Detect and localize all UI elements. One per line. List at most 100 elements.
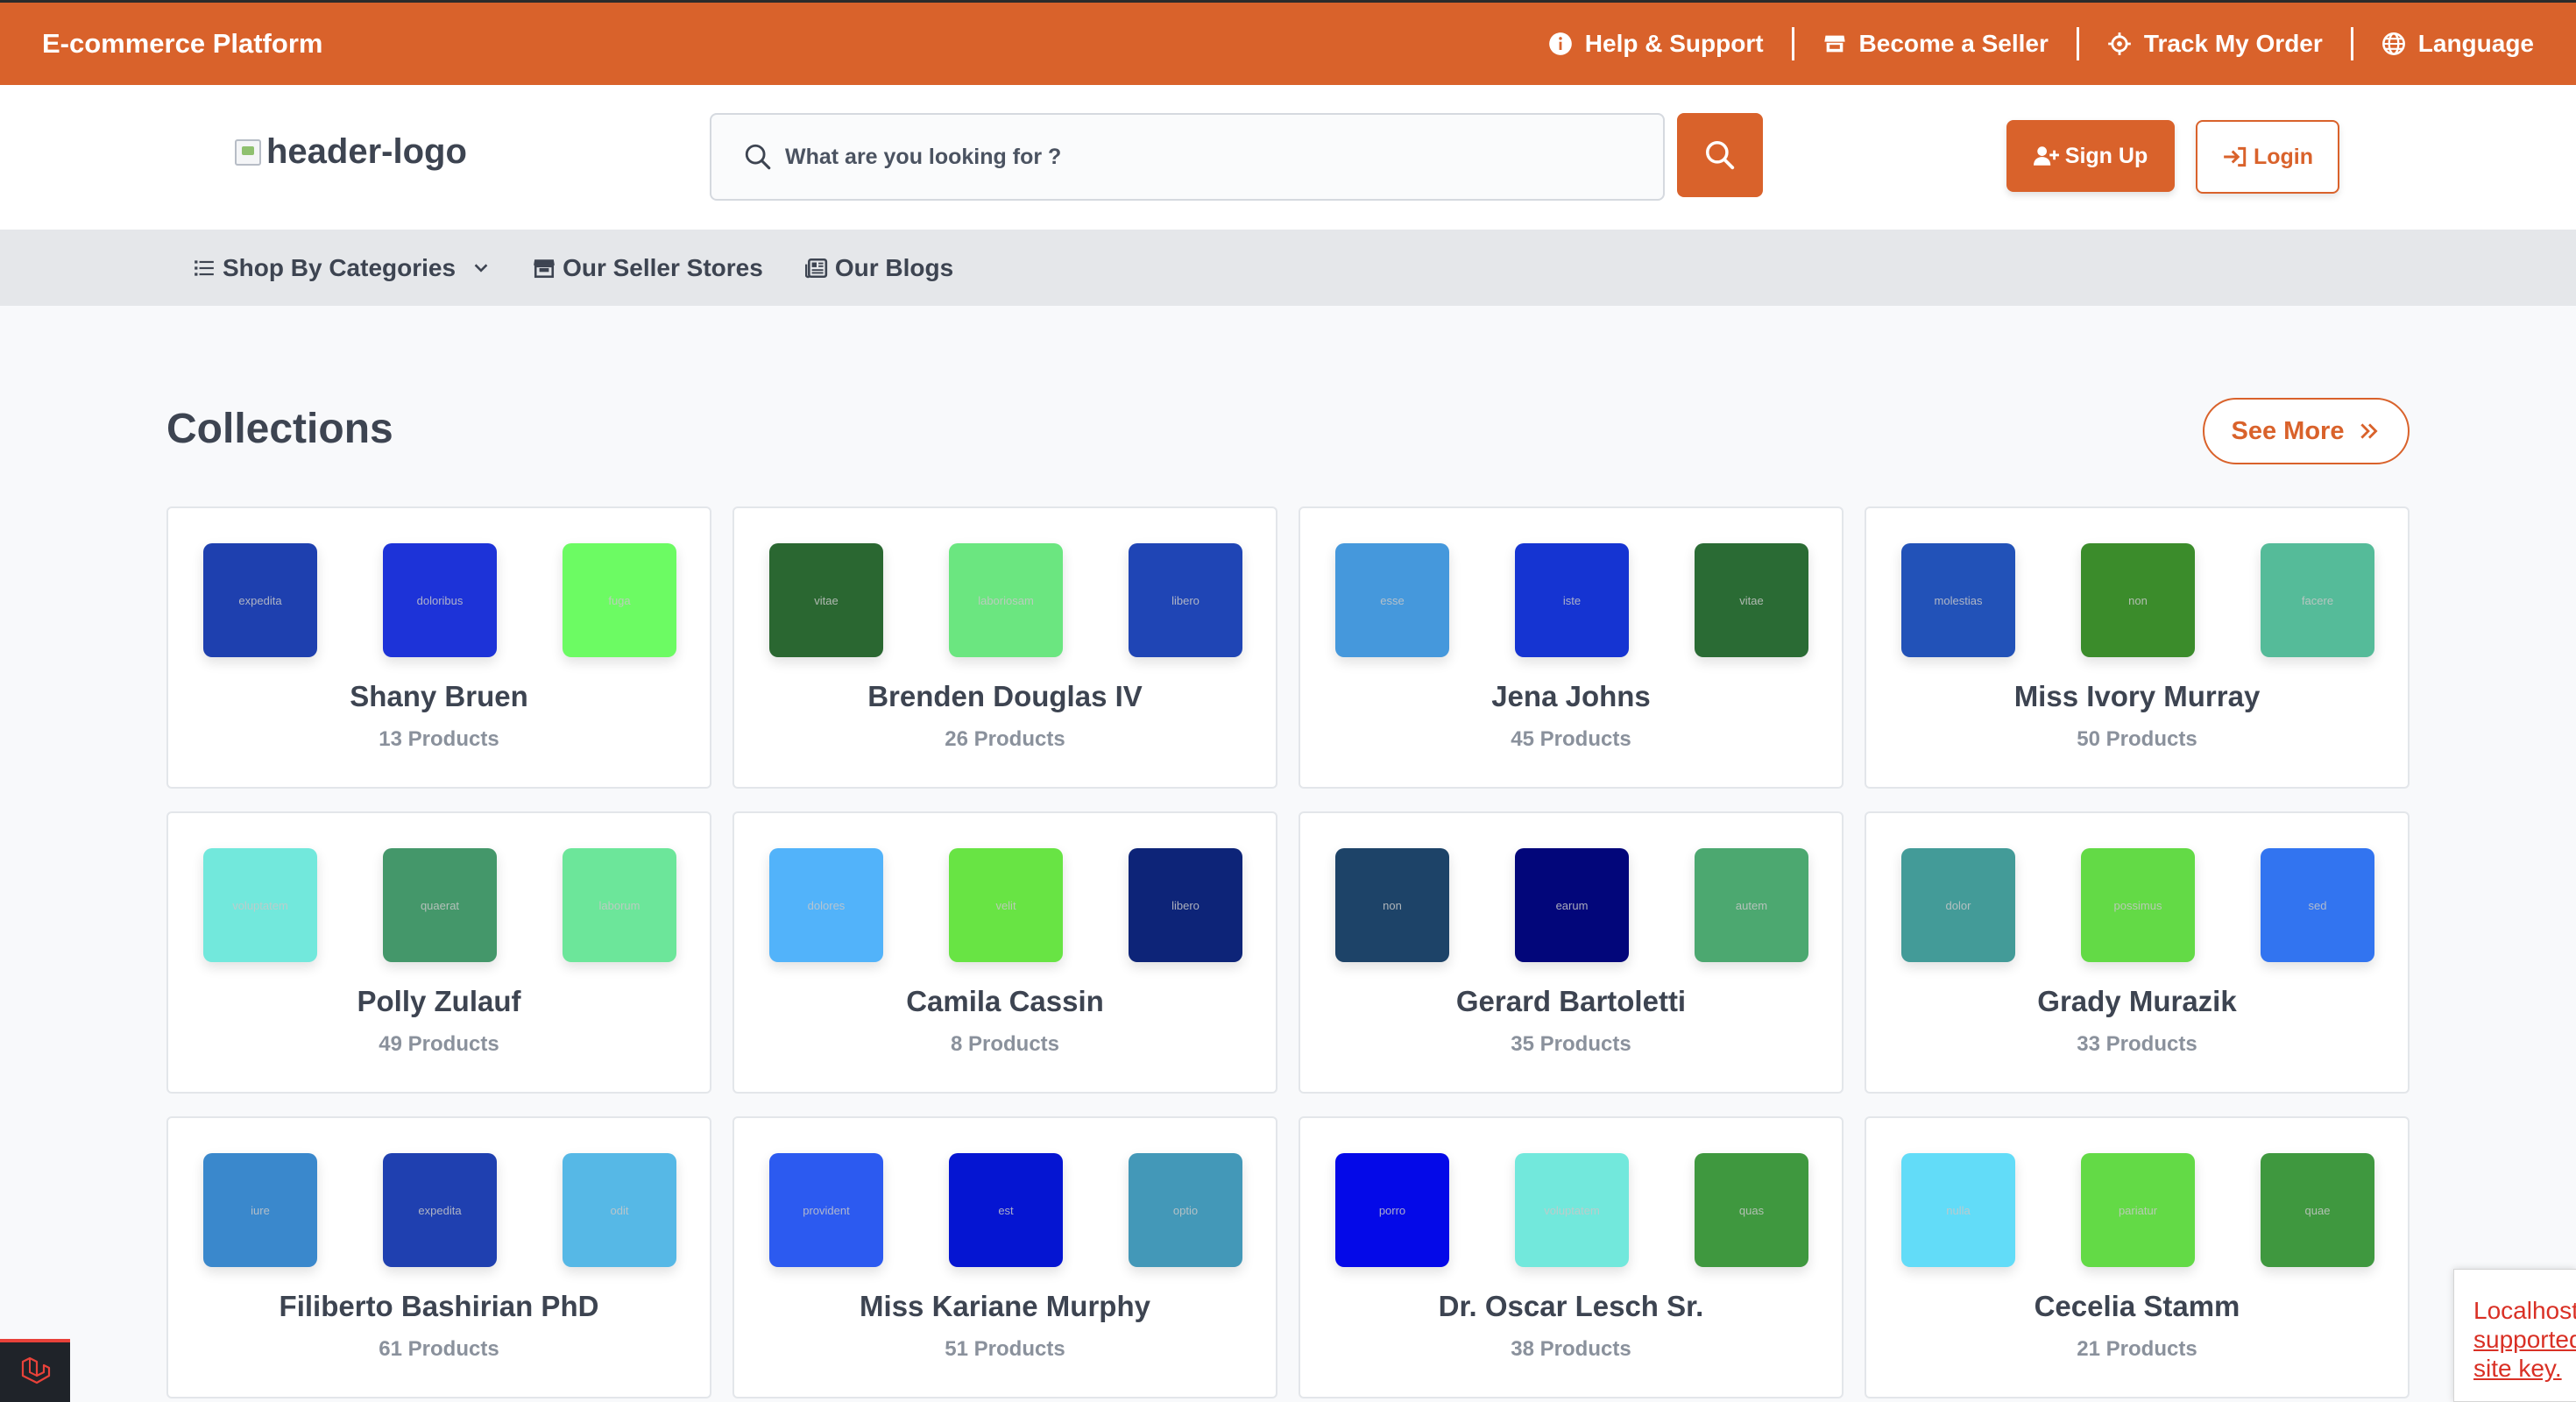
- collection-card[interactable]: esse iste vitae Jena Johns 45 Products: [1299, 506, 1844, 789]
- product-thumbnail[interactable]: non: [1335, 848, 1449, 962]
- collection-name[interactable]: Jena Johns: [1300, 680, 1842, 713]
- collection-card[interactable]: nulla pariatur quae Cecelia Stamm 21 Product…: [1865, 1116, 2410, 1398]
- collection-name[interactable]: Miss Kariane Murphy: [734, 1290, 1276, 1323]
- collection-name[interactable]: Grady Murazik: [1866, 985, 2408, 1018]
- login-button[interactable]: Login: [2196, 120, 2339, 194]
- track-order-link[interactable]: Track My Order: [2107, 30, 2323, 58]
- collection-thumbnails: expedita doloribus fuga: [203, 543, 676, 657]
- collection-name[interactable]: Polly Zulauf: [168, 985, 710, 1018]
- header-logo-alt: header-logo: [266, 132, 467, 171]
- collection-card[interactable]: iure expedita odit Filiberto Bashirian PhD 6…: [166, 1116, 711, 1398]
- product-thumbnail[interactable]: laboriosam: [949, 543, 1063, 657]
- product-thumbnail[interactable]: voluptatem: [203, 848, 317, 962]
- laravel-debugbar-toggle[interactable]: [0, 1339, 70, 1402]
- platform-brand[interactable]: E-commerce Platform: [42, 28, 322, 60]
- collection-card[interactable]: non earum autem Gerard Bartoletti 35 Product…: [1299, 811, 1844, 1094]
- collection-card[interactable]: dolor possimus sed Grady Murazik 33 Products: [1865, 811, 2410, 1094]
- product-thumbnail[interactable]: odit: [563, 1153, 676, 1267]
- collection-card[interactable]: vitae laboriosam libero Brenden Douglas IV 2…: [732, 506, 1277, 789]
- sign-up-button[interactable]: Sign Up: [2006, 120, 2175, 192]
- double-chevron-right-icon: [2360, 423, 2379, 439]
- search-button[interactable]: [1677, 113, 1763, 197]
- product-thumbnail[interactable]: doloribus: [383, 543, 497, 657]
- blogs-link[interactable]: Our Blogs: [804, 254, 953, 282]
- collection-thumbnails: provident est optio: [769, 1153, 1242, 1267]
- sign-up-label: Sign Up: [2064, 143, 2148, 168]
- help-support-link[interactable]: Help & Support: [1548, 30, 1764, 58]
- top-bar: E-commerce Platform Help & Support Becom…: [0, 0, 2576, 85]
- product-thumbnail[interactable]: dolor: [1901, 848, 2015, 962]
- see-more-button[interactable]: See More: [2203, 398, 2410, 464]
- collection-name[interactable]: Brenden Douglas IV: [734, 680, 1276, 713]
- header: header-logo Sign Up Login: [0, 85, 2576, 230]
- product-thumbnail[interactable]: quae: [2261, 1153, 2374, 1267]
- product-thumbnail[interactable]: iste: [1515, 543, 1629, 657]
- search-box: [710, 113, 1665, 201]
- product-thumbnail[interactable]: voluptatem: [1515, 1153, 1629, 1267]
- collection-card[interactable]: voluptatem quaerat laborum Polly Zulauf 49 P…: [166, 811, 711, 1094]
- seller-stores-link[interactable]: Our Seller Stores: [533, 254, 763, 282]
- collection-name[interactable]: Gerard Bartoletti: [1300, 985, 1842, 1018]
- collection-product-count: 49 Products: [379, 1032, 499, 1056]
- product-thumbnail[interactable]: dolores: [769, 848, 883, 962]
- collection-name[interactable]: Miss Ivory Murray: [1866, 680, 2408, 713]
- collection-card[interactable]: provident est optio Miss Kariane Murphy 51 P…: [732, 1116, 1277, 1398]
- product-thumbnail[interactable]: non: [2081, 543, 2195, 657]
- product-thumbnail[interactable]: libero: [1129, 848, 1242, 962]
- product-thumbnail[interactable]: molestias: [1901, 543, 2015, 657]
- collection-name[interactable]: Dr. Oscar Lesch Sr.: [1300, 1290, 1842, 1323]
- collection-product-count: 38 Products: [1511, 1337, 1631, 1361]
- product-thumbnail[interactable]: quaerat: [383, 848, 497, 962]
- product-thumbnail[interactable]: porro: [1335, 1153, 1449, 1267]
- search-input[interactable]: [785, 144, 1574, 170]
- product-thumbnail[interactable]: autem: [1695, 848, 1808, 962]
- become-seller-label: Become a Seller: [1858, 30, 2049, 57]
- product-thumbnail[interactable]: quas: [1695, 1153, 1808, 1267]
- collection-card[interactable]: porro voluptatem quas Dr. Oscar Lesch Sr. 38…: [1299, 1116, 1844, 1398]
- collections-grid: expedita doloribus fuga Shany Bruen 13 Produ…: [166, 506, 2410, 1398]
- collection-thumbnails: non earum autem: [1335, 848, 1808, 962]
- product-thumbnail[interactable]: fuga: [563, 543, 676, 657]
- store-icon: [534, 258, 555, 278]
- collection-product-count: 33 Products: [2077, 1032, 2197, 1056]
- collection-thumbnails: esse iste vitae: [1335, 543, 1808, 657]
- help-support-label: Help & Support: [1584, 30, 1764, 57]
- recaptcha-error-link[interactable]: supported: [2473, 1325, 2576, 1354]
- collection-card[interactable]: molestias non facere Miss Ivory Murray 50 Pr…: [1865, 506, 2410, 789]
- collection-name[interactable]: Shany Bruen: [168, 680, 710, 713]
- product-thumbnail[interactable]: optio: [1129, 1153, 1242, 1267]
- collection-name[interactable]: Camila Cassin: [734, 985, 1276, 1018]
- become-seller-link[interactable]: Become a Seller: [1822, 30, 2049, 58]
- product-thumbnail[interactable]: est: [949, 1153, 1063, 1267]
- product-thumbnail[interactable]: velit: [949, 848, 1063, 962]
- category-nav: Shop By Categories Our Seller Stores Our…: [0, 230, 2576, 306]
- collection-name[interactable]: Cecelia Stamm: [1866, 1290, 2408, 1323]
- collection-card[interactable]: dolores velit libero Camila Cassin 8 Product…: [732, 811, 1277, 1094]
- product-thumbnail[interactable]: sed: [2261, 848, 2374, 962]
- collection-card[interactable]: expedita doloribus fuga Shany Bruen 13 Produ…: [166, 506, 711, 789]
- header-logo[interactable]: header-logo: [235, 132, 467, 172]
- chevron-down-icon: [474, 263, 488, 273]
- newspaper-icon: [804, 258, 827, 278]
- target-icon: [2108, 32, 2131, 55]
- product-thumbnail[interactable]: facere: [2261, 543, 2374, 657]
- shop-by-categories-menu[interactable]: Shop By Categories: [193, 254, 491, 282]
- product-thumbnail[interactable]: expedita: [203, 543, 317, 657]
- collection-name[interactable]: Filiberto Bashirian PhD: [168, 1290, 710, 1323]
- product-thumbnail[interactable]: iure: [203, 1153, 317, 1267]
- product-thumbnail[interactable]: vitae: [1695, 543, 1808, 657]
- product-thumbnail[interactable]: expedita: [383, 1153, 497, 1267]
- product-thumbnail[interactable]: laborum: [563, 848, 676, 962]
- product-thumbnail[interactable]: vitae: [769, 543, 883, 657]
- product-thumbnail[interactable]: nulla: [1901, 1153, 2015, 1267]
- product-thumbnail[interactable]: pariatur: [2081, 1153, 2195, 1267]
- product-thumbnail[interactable]: possimus: [2081, 848, 2195, 962]
- product-thumbnail[interactable]: esse: [1335, 543, 1449, 657]
- recaptcha-badge: Localhost supported site key.: [2453, 1269, 2576, 1402]
- login-label: Login: [2253, 144, 2314, 169]
- product-thumbnail[interactable]: provident: [769, 1153, 883, 1267]
- product-thumbnail[interactable]: libero: [1129, 543, 1242, 657]
- collections-title: Collections: [166, 406, 393, 452]
- language-link[interactable]: Language: [2381, 30, 2534, 58]
- product-thumbnail[interactable]: earum: [1515, 848, 1629, 962]
